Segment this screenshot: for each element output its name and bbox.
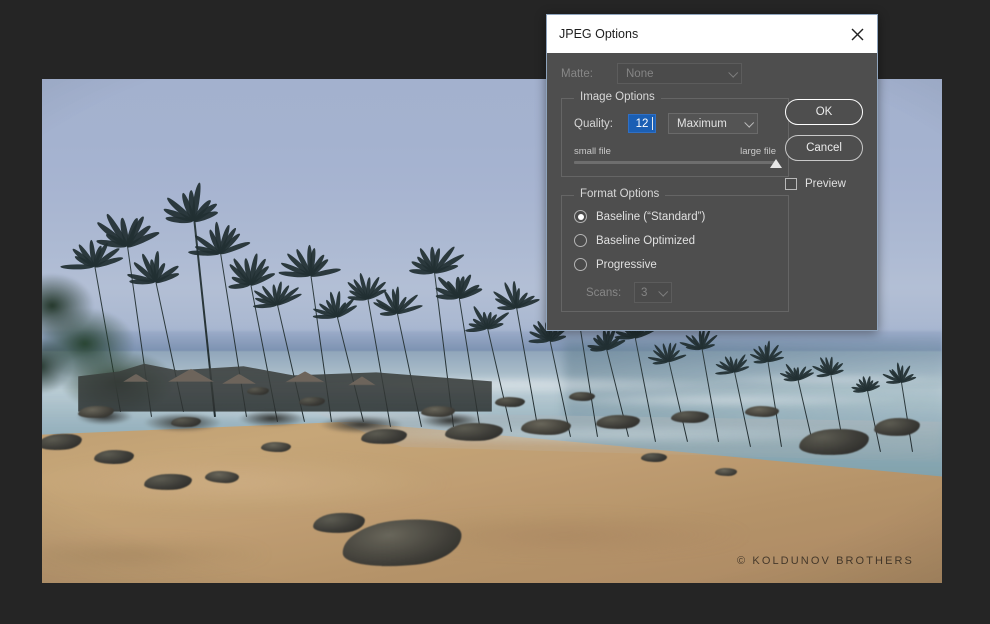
dialog-body: Matte: None Image Options Quality: 12 Ma… <box>547 53 877 332</box>
quality-value: 12 <box>636 118 649 130</box>
format-options-legend: Format Options <box>574 188 665 200</box>
dialog-actions: OK Cancel Preview <box>785 99 863 190</box>
quality-preset-value: Maximum <box>677 118 727 130</box>
slider-labels: small file large file <box>574 146 776 157</box>
checkbox-icon[interactable] <box>785 178 797 190</box>
matte-value: None <box>626 68 654 80</box>
slider-thumb[interactable] <box>770 159 782 168</box>
slider-min-label: small file <box>574 146 611 157</box>
preview-checkbox-row[interactable]: Preview <box>785 178 863 190</box>
radio-baseline-standard[interactable]: Baseline (“Standard”) <box>574 210 776 223</box>
matte-select: None <box>617 63 742 84</box>
chevron-down-icon <box>728 67 738 77</box>
scans-value: 3 <box>641 287 647 299</box>
scans-label: Scans: <box>586 287 634 299</box>
slider-max-label: large file <box>740 146 776 157</box>
image-options-legend: Image Options <box>574 91 661 103</box>
radio-label: Baseline (“Standard”) <box>596 211 705 223</box>
radio-icon <box>574 258 587 271</box>
chevron-down-icon <box>744 117 754 127</box>
dialog-title: JPEG Options <box>559 27 638 41</box>
radio-label: Progressive <box>596 259 657 271</box>
cancel-button[interactable]: Cancel <box>785 135 863 161</box>
quality-label: Quality: <box>574 118 628 130</box>
radio-icon-selected <box>574 210 587 223</box>
app-root: © KOLDUNOV BROTHERS JPEG Options Matte: … <box>0 0 990 624</box>
radio-baseline-optimized[interactable]: Baseline Optimized <box>574 234 776 247</box>
format-options-group: Format Options Baseline (“Standard”) Bas… <box>561 195 789 312</box>
slider-track[interactable] <box>574 161 776 164</box>
matte-label: Matte: <box>561 68 617 80</box>
chevron-down-icon <box>658 286 668 296</box>
preview-label: Preview <box>805 178 846 190</box>
quality-preset-select[interactable]: Maximum <box>668 113 758 134</box>
dialog-titlebar: JPEG Options <box>547 15 877 53</box>
matte-row: Matte: None <box>561 63 863 84</box>
photo-watermark: © KOLDUNOV BROTHERS <box>737 555 914 567</box>
radio-icon <box>574 234 587 247</box>
scans-select: 3 <box>634 282 672 303</box>
jpeg-options-dialog: JPEG Options Matte: None Image Options Q… <box>546 14 878 331</box>
radio-label: Baseline Optimized <box>596 235 695 247</box>
ok-button[interactable]: OK <box>785 99 863 125</box>
quality-slider[interactable]: small file large file <box>574 146 776 164</box>
image-options-group: Image Options Quality: 12 Maximum small … <box>561 98 789 177</box>
radio-progressive[interactable]: Progressive <box>574 258 776 271</box>
quality-input[interactable]: 12 <box>628 114 656 133</box>
close-icon[interactable] <box>843 20 871 48</box>
quality-row: Quality: 12 Maximum <box>574 113 776 134</box>
scans-row: Scans: 3 <box>574 282 776 303</box>
text-caret <box>652 117 653 130</box>
